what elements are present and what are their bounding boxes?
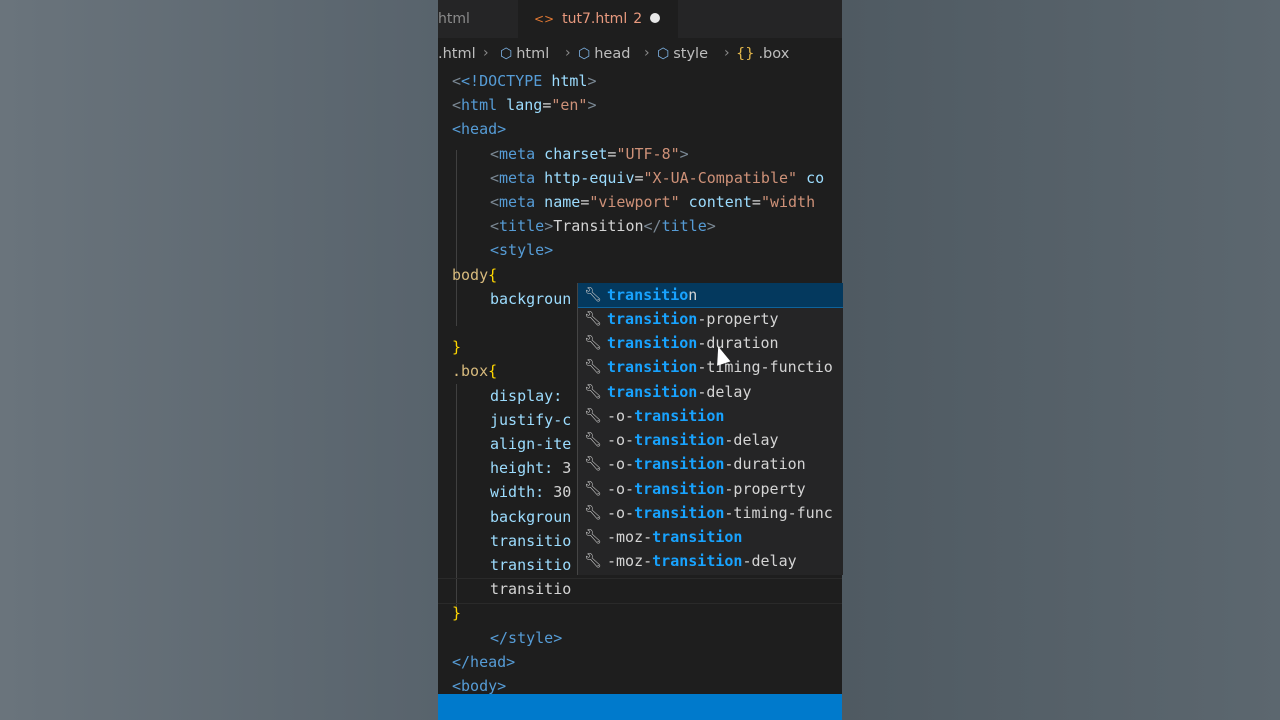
html-file-icon: <> bbox=[534, 12, 555, 26]
tab-label: tut7.html bbox=[562, 11, 628, 27]
code-line: justify-c bbox=[490, 411, 572, 429]
suggestion-item[interactable]: 🔧︎ -o-transition-duration bbox=[578, 452, 843, 476]
suggestion-item[interactable]: 🔧︎ -o-transition bbox=[578, 404, 843, 428]
suggestion-item[interactable]: 🔧︎ transition-delay bbox=[578, 380, 843, 404]
suggestion-item[interactable]: 🔧︎ -moz-transition bbox=[578, 525, 843, 549]
code-line: } bbox=[452, 604, 462, 622]
autocomplete-suggestions[interactable]: 🔧︎ transition 🔧︎ transition-property 🔧︎ tra… bbox=[577, 283, 843, 575]
suggestion-item[interactable]: 🔧︎ -moz-transition-delay bbox=[578, 549, 843, 573]
code-line: width: 30 bbox=[490, 483, 572, 501]
code-line: </head> bbox=[452, 653, 516, 671]
code-line: transitio bbox=[490, 532, 572, 550]
suggestion-item[interactable]: 🔧︎ -o-transition-timing-func bbox=[578, 501, 843, 525]
code-line: backgroun bbox=[490, 290, 572, 308]
code-line: <title>Transition</title> bbox=[490, 217, 716, 235]
breadcrumb: .html › ⬡ html › ⬡ head › ⬡ style › {} .box bbox=[438, 42, 842, 68]
code-line: height: 3 bbox=[490, 459, 572, 477]
unsaved-dot-icon[interactable] bbox=[650, 13, 660, 23]
wrench-icon: 🔧︎ bbox=[584, 481, 602, 497]
tab-bar: html <> tut7.html 2 bbox=[438, 0, 842, 38]
breadcrumb-item-style[interactable]: ⬡ style bbox=[657, 46, 708, 62]
wrench-icon: 🔧︎ bbox=[584, 384, 602, 400]
breadcrumb-item-head[interactable]: ⬡ head bbox=[578, 46, 630, 62]
code-line: transitio bbox=[490, 556, 572, 574]
breadcrumb-item-box[interactable]: {} .box bbox=[736, 46, 789, 62]
code-line: </style> bbox=[490, 629, 563, 647]
indent-guide bbox=[456, 150, 457, 326]
css-selector-icon: {} bbox=[736, 46, 755, 62]
code-line: <meta name="viewport" content="width bbox=[490, 193, 816, 211]
left-blurred-background bbox=[0, 0, 438, 720]
breadcrumb-item-file[interactable]: .html bbox=[438, 46, 476, 62]
code-line: <meta charset="UTF-8"> bbox=[490, 145, 689, 163]
wrench-icon: 🔧︎ bbox=[584, 287, 602, 303]
wrench-icon: 🔧︎ bbox=[584, 335, 602, 351]
chevron-right-icon: › bbox=[724, 45, 730, 61]
tab-tut7[interactable]: <> tut7.html 2 bbox=[518, 0, 678, 38]
code-line: backgroun bbox=[490, 508, 572, 526]
breadcrumb-item-html[interactable]: ⬡ html bbox=[500, 46, 549, 62]
element-cube-icon: ⬡ bbox=[578, 46, 591, 62]
wrench-icon: 🔧︎ bbox=[584, 408, 602, 424]
wrench-icon: 🔧︎ bbox=[584, 505, 602, 521]
suggestion-item[interactable]: 🔧︎ transition-property bbox=[578, 307, 843, 331]
status-bar[interactable] bbox=[438, 694, 842, 720]
code-line-current[interactable]: transitio bbox=[490, 577, 571, 601]
wrench-icon: 🔧︎ bbox=[584, 553, 602, 569]
chevron-right-icon: › bbox=[483, 45, 489, 61]
wrench-icon: 🔧︎ bbox=[584, 456, 602, 472]
chevron-right-icon: › bbox=[644, 45, 650, 61]
suggestion-item[interactable]: 🔧︎ transition-duration bbox=[578, 331, 843, 355]
code-line: align-ite bbox=[490, 435, 572, 453]
wrench-icon: 🔧︎ bbox=[584, 432, 602, 448]
right-blurred-background bbox=[842, 0, 1280, 720]
code-line: .box{ bbox=[452, 362, 498, 380]
code-line: <head> bbox=[452, 120, 507, 138]
wrench-icon: 🔧︎ bbox=[584, 311, 602, 327]
element-cube-icon: ⬡ bbox=[657, 46, 670, 62]
suggestion-item[interactable]: 🔧︎ transition-timing-functio bbox=[578, 355, 843, 379]
code-line: <<!DOCTYPE html> bbox=[452, 72, 597, 90]
suggestion-item[interactable]: 🔧︎ -o-transition-property bbox=[578, 477, 843, 501]
code-line: body{ bbox=[452, 266, 498, 284]
element-cube-icon: ⬡ bbox=[500, 46, 513, 62]
wrench-icon: 🔧︎ bbox=[584, 529, 602, 545]
problem-count-badge: 2 bbox=[633, 11, 643, 27]
suggestion-item[interactable]: 🔧︎ transition bbox=[578, 283, 843, 308]
suggestion-item[interactable]: 🔧︎ -o-transition-delay bbox=[578, 428, 843, 452]
tab-label: html bbox=[438, 11, 470, 27]
code-line: display: bbox=[490, 387, 563, 405]
code-line: <meta http-equiv="X-UA-Compatible" co bbox=[490, 169, 825, 187]
code-line: <style> bbox=[490, 241, 554, 259]
wrench-icon: 🔧︎ bbox=[584, 359, 602, 375]
code-line: } bbox=[452, 338, 462, 356]
tab-html[interactable]: html bbox=[438, 0, 518, 38]
chevron-right-icon: › bbox=[565, 45, 571, 61]
code-line: <html lang="en"> bbox=[452, 96, 597, 114]
